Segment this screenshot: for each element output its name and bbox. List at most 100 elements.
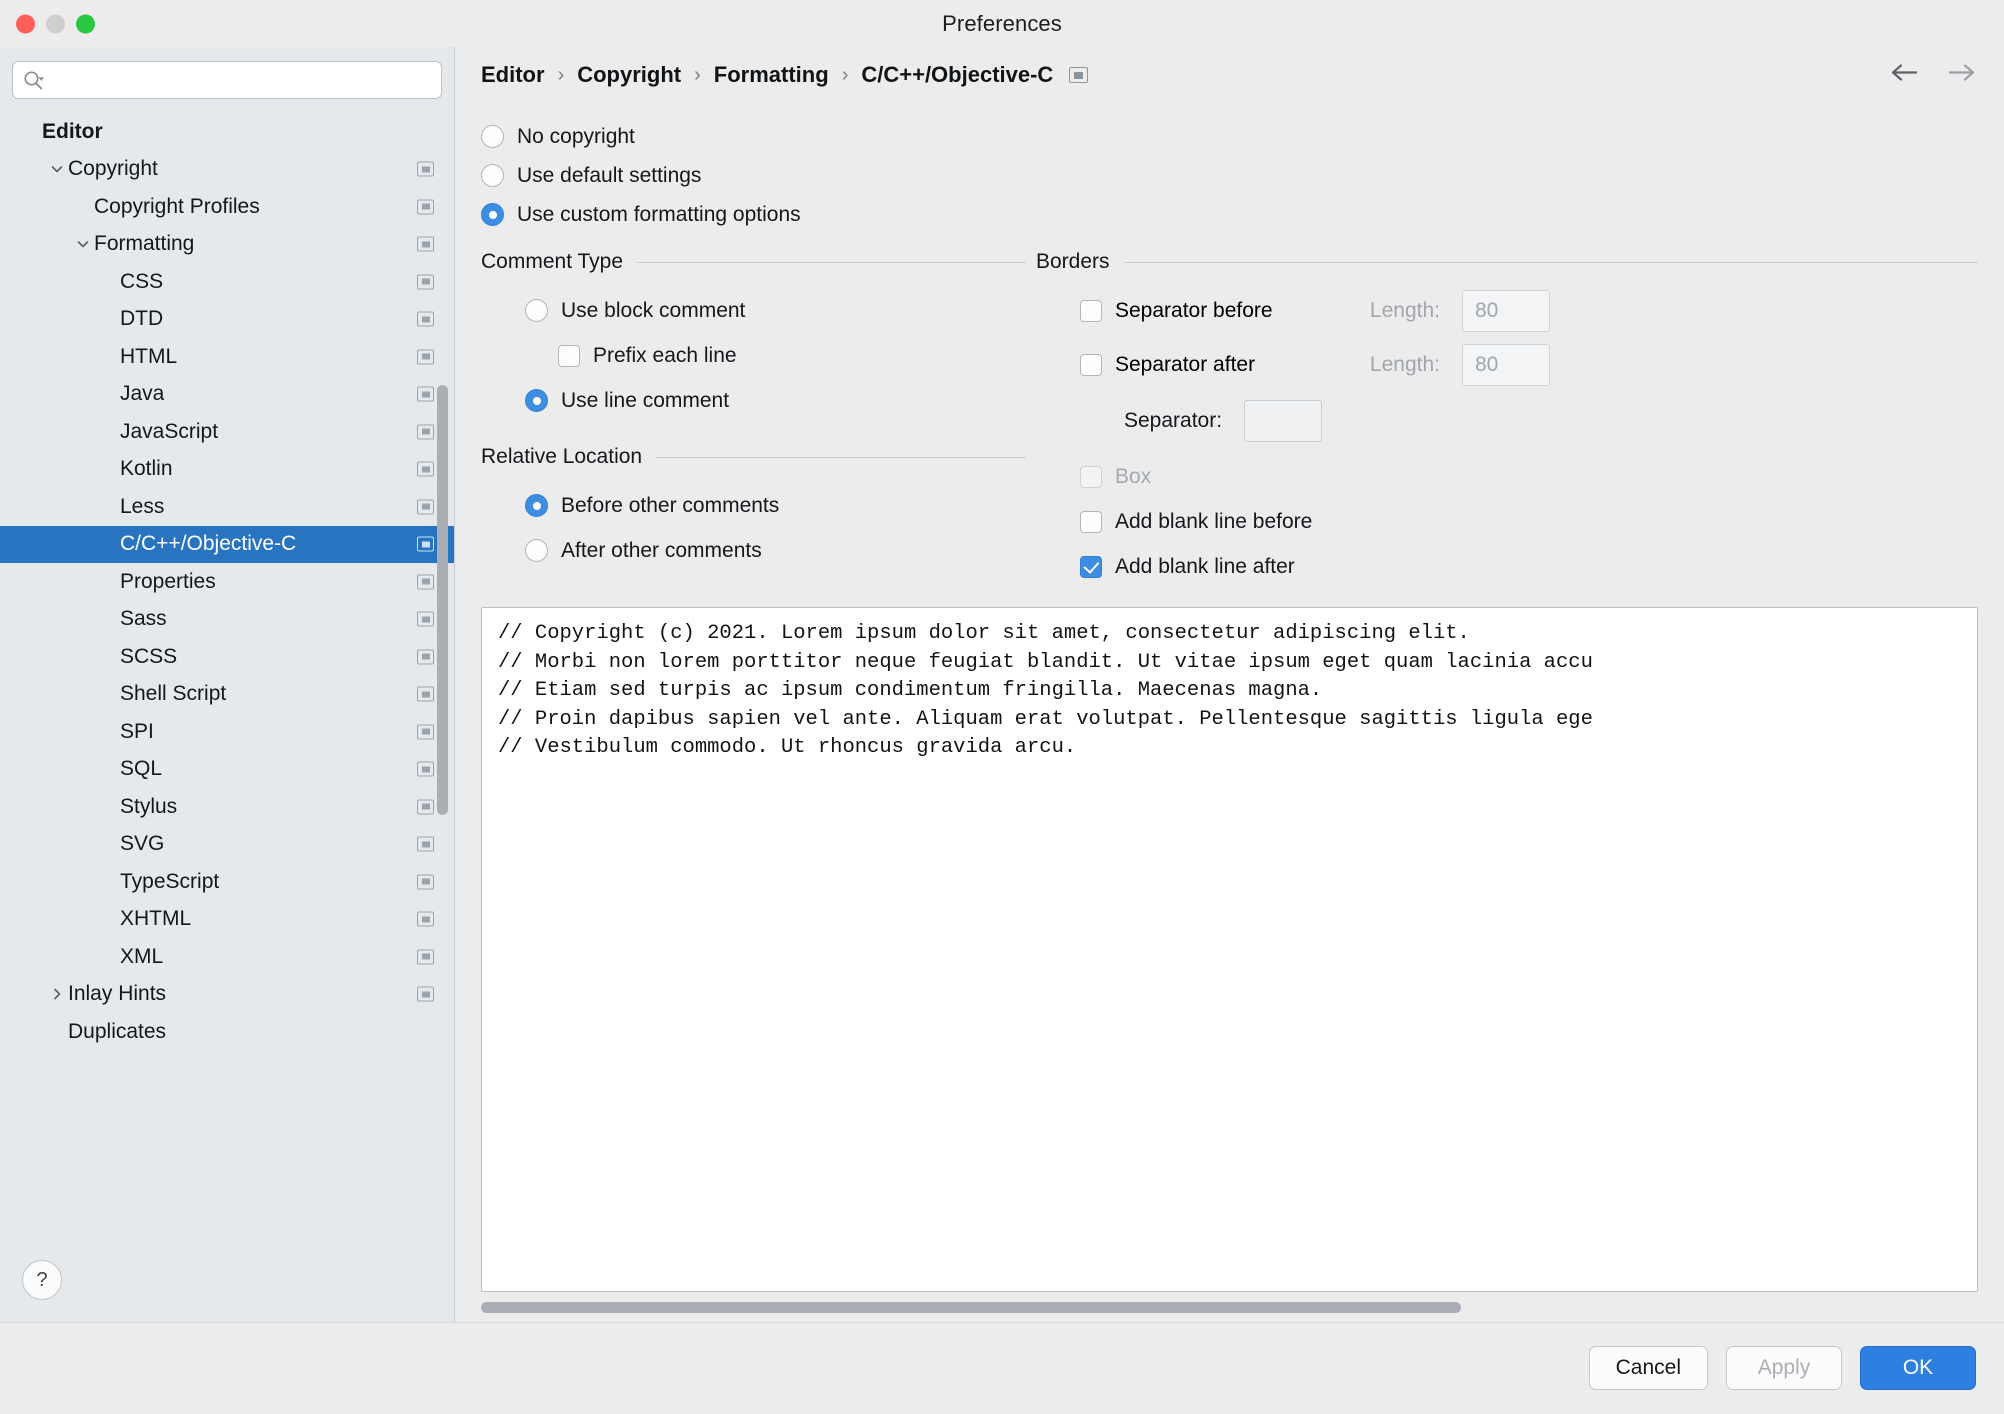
- help-button[interactable]: ?: [22, 1260, 62, 1300]
- sidebar-item-kotlin[interactable]: Kotlin: [0, 451, 454, 489]
- radio-use-line-comment-label: Use line comment: [561, 388, 730, 412]
- checkbox-add-blank-line-after[interactable]: Add blank line after: [1080, 544, 1978, 589]
- radio-before-other-comments[interactable]: Before other comments: [525, 483, 1026, 528]
- sidebar-item-svg[interactable]: SVG: [0, 826, 454, 864]
- settings-sidebar: Editor Copyright Copyright Profiles Formatt…: [0, 47, 455, 1322]
- forward-arrow-icon[interactable]: [1946, 63, 1976, 88]
- chevron-down-icon[interactable]: [72, 236, 94, 252]
- checkbox-box[interactable]: Box: [1080, 454, 1978, 499]
- separator-after-length-label: Length:: [1369, 353, 1440, 376]
- preferences-window: Preferences Editor Copyright Copyright Pr: [0, 0, 2004, 1414]
- sidebar-item-less[interactable]: Less: [0, 488, 454, 526]
- options-columns: Comment Type Use block comment Prefix ea…: [481, 250, 1978, 589]
- back-arrow-icon[interactable]: [1890, 63, 1920, 88]
- traffic-lights: [16, 14, 95, 33]
- search-field[interactable]: [12, 61, 442, 99]
- module-scope-icon: [417, 686, 434, 702]
- title-bar: Preferences: [0, 0, 2004, 47]
- sidebar-item-editor[interactable]: Editor: [0, 113, 454, 151]
- right-column: Borders Separator before Length: 80 Sepa…: [1026, 250, 1978, 589]
- sidebar-item-sass[interactable]: Sass: [0, 601, 454, 639]
- sidebar-item-typescript[interactable]: TypeScript: [0, 863, 454, 901]
- checkbox-separator-before-indicator: [1080, 300, 1102, 322]
- sidebar-item-java[interactable]: Java: [0, 376, 454, 414]
- borders-divider: [1123, 261, 1978, 263]
- settings-panel: No copyright Use default settings Use cu…: [455, 103, 2004, 1322]
- sidebar-item-properties[interactable]: Properties: [0, 563, 454, 601]
- sidebar-item-inlay-hints[interactable]: Inlay Hints: [0, 976, 454, 1014]
- module-scope-icon: [417, 799, 434, 815]
- sidebar-item-javascript[interactable]: JavaScript: [0, 413, 454, 451]
- sidebar-item-dtd[interactable]: DTD: [0, 301, 454, 339]
- zoom-button[interactable]: [76, 14, 95, 33]
- radio-use-line-comment[interactable]: Use line comment: [525, 378, 1026, 423]
- preview-horizontal-scrollbar[interactable]: [481, 1301, 1461, 1313]
- sidebar-item-xml[interactable]: XML: [0, 938, 454, 976]
- settings-tree[interactable]: Editor Copyright Copyright Profiles Formatt…: [0, 109, 454, 1322]
- radio-after-other-comments[interactable]: After other comments: [525, 528, 1026, 573]
- sidebar-item-label: Java: [120, 382, 165, 406]
- radio-use-block-comment[interactable]: Use block comment: [525, 288, 1026, 333]
- separator-before-length-input[interactable]: 80: [1462, 290, 1550, 332]
- sidebar-item-css[interactable]: CSS: [0, 263, 454, 301]
- separator-after-length-input[interactable]: 80: [1462, 344, 1550, 386]
- minimize-button[interactable]: [46, 14, 65, 33]
- ok-button[interactable]: OK: [1860, 1346, 1976, 1390]
- sidebar-item-xhtml[interactable]: XHTML: [0, 901, 454, 939]
- sidebar-item-scss[interactable]: SCSS: [0, 638, 454, 676]
- sidebar-item-duplicates[interactable]: Duplicates: [0, 1013, 454, 1051]
- checkbox-separator-before[interactable]: Separator before: [1080, 299, 1342, 323]
- search-input[interactable]: [44, 70, 431, 90]
- radio-use-custom-formatting-options[interactable]: Use custom formatting options: [481, 195, 1978, 234]
- checkbox-prefix-each-line[interactable]: Prefix each line: [525, 333, 1026, 378]
- copyright-preview[interactable]: // Copyright (c) 2021. Lorem ipsum dolor…: [481, 607, 1978, 1292]
- radio-before-other-comments-label: Before other comments: [561, 493, 780, 517]
- checkbox-add-blank-line-before-label: Add blank line before: [1115, 509, 1313, 533]
- sidebar-item-label: Copyright: [68, 157, 158, 181]
- sidebar-item-label: CSS: [120, 269, 164, 293]
- sidebar-item-spi[interactable]: SPI: [0, 713, 454, 751]
- sidebar-item-copyright-profiles[interactable]: Copyright Profiles: [0, 188, 454, 226]
- sidebar-item-shell-script[interactable]: Shell Script: [0, 676, 454, 714]
- sidebar-item-label: HTML: [120, 344, 178, 368]
- sidebar-item-formatting[interactable]: Formatting: [0, 226, 454, 264]
- checkbox-add-blank-line-before[interactable]: Add blank line before: [1080, 499, 1978, 544]
- sidebar-item-html[interactable]: HTML: [0, 338, 454, 376]
- chevron-right-icon[interactable]: [46, 986, 68, 1002]
- separator-input[interactable]: [1244, 400, 1323, 442]
- module-scope-icon: [417, 349, 434, 365]
- chevron-down-icon[interactable]: [46, 161, 68, 177]
- breadcrumb-item-c-c-objective-c[interactable]: C/C++/Objective-C: [861, 62, 1053, 88]
- breadcrumb-item-editor[interactable]: Editor: [481, 62, 545, 88]
- sidebar-item-stylus[interactable]: Stylus: [0, 788, 454, 826]
- radio-use-default-settings[interactable]: Use default settings: [481, 156, 1978, 195]
- sidebar-item-label: JavaScript: [120, 419, 219, 443]
- sidebar-item-label: Editor: [42, 119, 103, 143]
- search-container: [0, 47, 454, 109]
- module-scope-icon: [417, 311, 434, 327]
- module-scope-icon: [1069, 67, 1089, 83]
- breadcrumb-item-copyright[interactable]: Copyright: [577, 62, 681, 88]
- radio-use-default-settings-label: Use default settings: [517, 163, 702, 187]
- sidebar-item-sql[interactable]: SQL: [0, 751, 454, 789]
- sidebar-item-label: Stylus: [120, 794, 178, 818]
- borders-title: Borders: [1036, 250, 1110, 273]
- sidebar-item-c-c-objective-c[interactable]: C/C++/Objective-C: [0, 525, 454, 563]
- sidebar-item-label: SVG: [120, 832, 165, 856]
- checkbox-separator-after[interactable]: Separator after: [1080, 353, 1342, 377]
- sidebar-item-label: Shell Script: [120, 682, 227, 706]
- module-scope-icon: [417, 836, 434, 852]
- sidebar-vertical-scrollbar[interactable]: [437, 385, 448, 815]
- radio-no-copyright[interactable]: No copyright: [481, 117, 1978, 156]
- cancel-button[interactable]: Cancel: [1588, 1346, 1708, 1390]
- breadcrumb-item-formatting[interactable]: Formatting: [714, 62, 829, 88]
- breadcrumb-bar: Editor › Copyright › Formatting › C/C++/Object…: [455, 47, 2004, 103]
- comment-type-group: Use block comment Prefix each line Use l…: [481, 280, 1026, 423]
- module-scope-icon: [417, 611, 434, 627]
- breadcrumb: Editor › Copyright › Formatting › C/C++/Object…: [481, 62, 1053, 88]
- sidebar-item-label: Inlay Hints: [68, 982, 167, 1006]
- sidebar-item-copyright[interactable]: Copyright: [0, 151, 454, 189]
- apply-button[interactable]: Apply: [1726, 1346, 1842, 1390]
- checkbox-add-blank-line-before-indicator: [1080, 510, 1102, 533]
- close-button[interactable]: [16, 14, 35, 33]
